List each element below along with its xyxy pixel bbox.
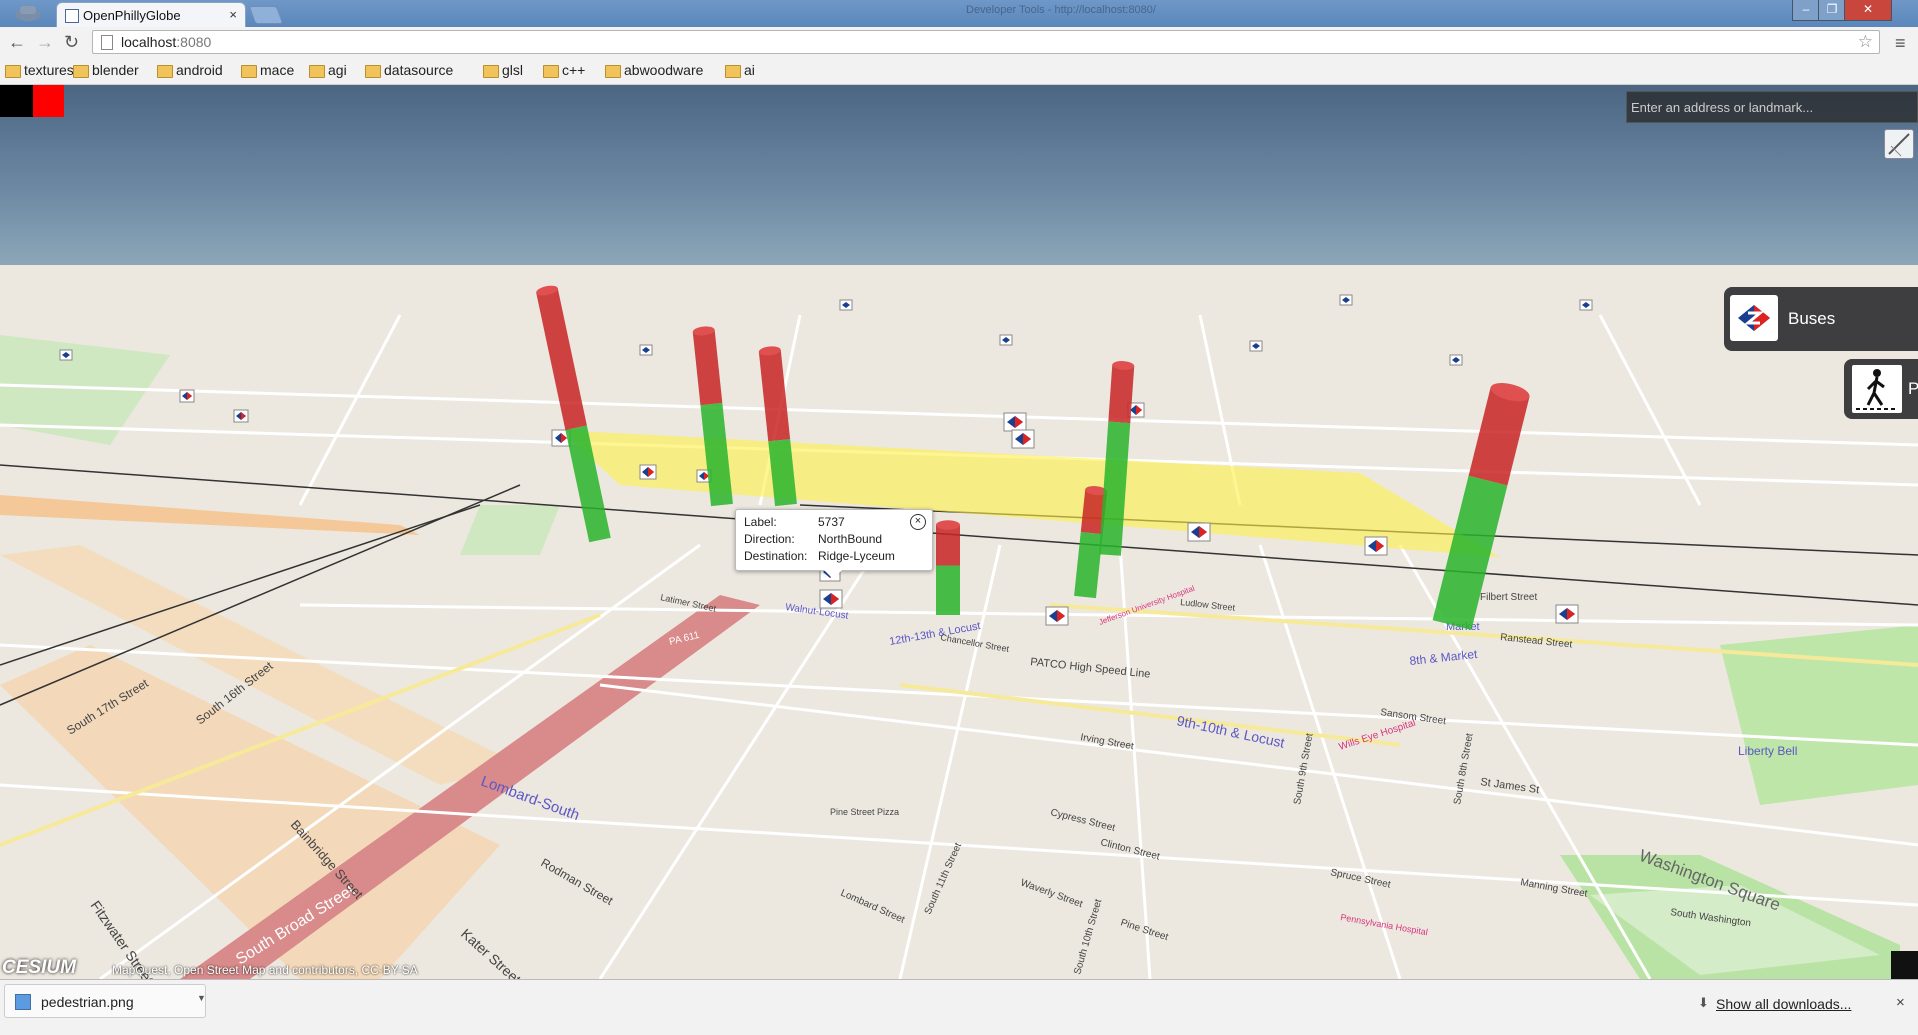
septa-bus-icon — [1187, 522, 1211, 542]
septa-bus-icon — [639, 344, 653, 356]
bookmark-folder[interactable]: textures — [2, 62, 74, 78]
pedestrian-layer-toggle[interactable]: P — [1844, 359, 1918, 419]
septa-bus-icon — [1045, 606, 1069, 626]
bookmark-folder[interactable]: datasource — [362, 62, 453, 78]
chevron-down-icon[interactable]: ▼ — [197, 993, 206, 1003]
septa-bus-icon — [1339, 294, 1353, 306]
devtools-window-title: Developer Tools - http://localhost:8080/ — [966, 4, 1156, 16]
bus-info-popup: Label: 5737 Direction: NorthBound Destinat… — [735, 509, 933, 579]
globe-viewport[interactable]: Washington Square Lombard-South South Br… — [0, 85, 1918, 979]
color-swatch-red[interactable] — [33, 85, 64, 117]
arrival-bar-late-segment — [936, 525, 960, 566]
septa-bus-icon — [1364, 536, 1388, 556]
septa-bus-icon — [233, 409, 249, 423]
popup-close-icon[interactable]: × — [910, 514, 926, 530]
tab-title: OpenPhillyGlobe — [83, 8, 181, 23]
folder-icon — [725, 65, 741, 78]
popup-row-label: Label: 5737 — [744, 515, 845, 529]
browser-toolbar: ← → ↻ localhost:8080 ☆ ≡ — [0, 27, 1918, 59]
septa-bus-icon — [59, 349, 73, 361]
bookmark-folder[interactable]: android — [154, 62, 223, 78]
bookmark-folder[interactable]: blender — [70, 62, 139, 78]
window-maximize-button[interactable]: ❐ — [1818, 0, 1846, 21]
septa-bus-icon — [179, 389, 195, 403]
folder-icon — [73, 65, 89, 78]
pedestrian-icon — [1852, 365, 1902, 413]
folder-icon — [543, 65, 559, 78]
septa-bus-icon — [1449, 354, 1463, 366]
folder-icon — [309, 65, 325, 78]
map-label-pine-street-pizza: Pine Street Pizza — [830, 807, 899, 817]
popup-row-destination: Destination: Ridge-Lyceum — [744, 549, 895, 563]
scene-mode-button[interactable] — [1884, 129, 1914, 159]
arrival-bar-ontime-segment — [936, 565, 960, 615]
bookmark-folder[interactable]: agi — [306, 62, 347, 78]
window-close-button[interactable]: ✕ — [1844, 0, 1892, 21]
septa-bus-icon — [839, 299, 853, 311]
menu-icon[interactable]: ≡ — [1895, 33, 1906, 54]
page-favicon — [65, 9, 79, 23]
map-scene[interactable]: Washington Square Lombard-South South Br… — [0, 85, 1918, 979]
septa-bus-icon — [1011, 429, 1035, 449]
popup-tip — [824, 570, 842, 579]
bookmarks-bar: textures blender android mace agi dataso… — [0, 59, 1918, 85]
download-item[interactable]: pedestrian.png ▼ — [4, 984, 206, 1018]
incognito-profile-icon[interactable] — [8, 2, 48, 24]
bookmark-folder[interactable]: ai — [722, 62, 755, 78]
image-file-icon — [15, 994, 31, 1010]
download-file-name: pedestrian.png — [41, 994, 134, 1010]
septa-bus-icon — [1249, 340, 1263, 352]
folder-icon — [605, 65, 621, 78]
tab-close-icon[interactable]: × — [229, 7, 237, 22]
septa-bus-icon — [1579, 299, 1593, 311]
map-label-liberty-bell: Liberty Bell — [1738, 744, 1797, 758]
pedestrian-label: P — [1908, 379, 1918, 398]
browser-tab[interactable]: OpenPhillyGlobe × — [56, 2, 246, 27]
folder-icon — [5, 65, 21, 78]
septa-bus-icon — [1003, 412, 1027, 432]
url-text: localhost:8080 — [121, 34, 212, 50]
color-swatch-black[interactable] — [0, 85, 33, 117]
popup-row-direction: Direction: NorthBound — [744, 532, 883, 546]
geocoder-search-input[interactable] — [1626, 91, 1918, 123]
arrival-bar-cap — [936, 520, 960, 530]
close-download-shelf-icon[interactable]: × — [1896, 994, 1905, 1011]
buses-layer-toggle[interactable]: Buses — [1724, 287, 1918, 351]
septa-logo-icon — [1730, 295, 1778, 341]
forward-icon[interactable]: → — [36, 32, 54, 53]
bookmark-folder[interactable]: mace — [238, 62, 294, 78]
fullscreen-button[interactable] — [1891, 951, 1918, 979]
show-all-downloads-link[interactable]: Show all downloads... — [1716, 996, 1851, 1012]
folder-icon — [241, 65, 257, 78]
folder-icon — [483, 65, 499, 78]
septa-bus-icon — [1555, 604, 1579, 624]
map-label-filbert: Filbert Street — [1480, 592, 1537, 603]
arrival-bar-late-segment — [1108, 364, 1135, 424]
page-icon — [101, 35, 113, 50]
imagery-credits[interactable]: MapQuest, Open Street Map and contributo… — [112, 963, 418, 977]
septa-bus-icon — [639, 464, 657, 480]
new-tab-button[interactable] — [248, 6, 284, 24]
septa-bus-icon — [999, 334, 1013, 346]
address-bar[interactable]: localhost:8080 ☆ — [92, 30, 1880, 54]
bookmark-folder[interactable]: c++ — [540, 62, 585, 78]
folder-icon — [157, 65, 173, 78]
bookmark-star-icon[interactable]: ☆ — [1858, 32, 1873, 52]
buses-label: Buses — [1788, 309, 1836, 328]
reload-icon[interactable]: ↻ — [64, 32, 79, 53]
arrival-bar — [936, 520, 960, 615]
cesium-logo[interactable]: CESIUM — [2, 957, 76, 979]
tab-strip: OpenPhillyGlobe × Developer Tools - http… — [0, 0, 1918, 27]
septa-bus-icon — [819, 589, 843, 609]
download-arrow-icon: ⬇ — [1698, 995, 1709, 1010]
back-icon[interactable]: ← — [8, 32, 26, 53]
columbus-view-icon — [1888, 133, 1910, 157]
window-minimize-button[interactable]: – — [1792, 0, 1820, 21]
download-shelf: pedestrian.png ▼ ⬇ Show all downloads...… — [0, 979, 1918, 1035]
bookmark-folder[interactable]: glsl — [480, 62, 523, 78]
folder-icon — [365, 65, 381, 78]
bookmark-folder[interactable]: abwoodware — [602, 62, 703, 78]
